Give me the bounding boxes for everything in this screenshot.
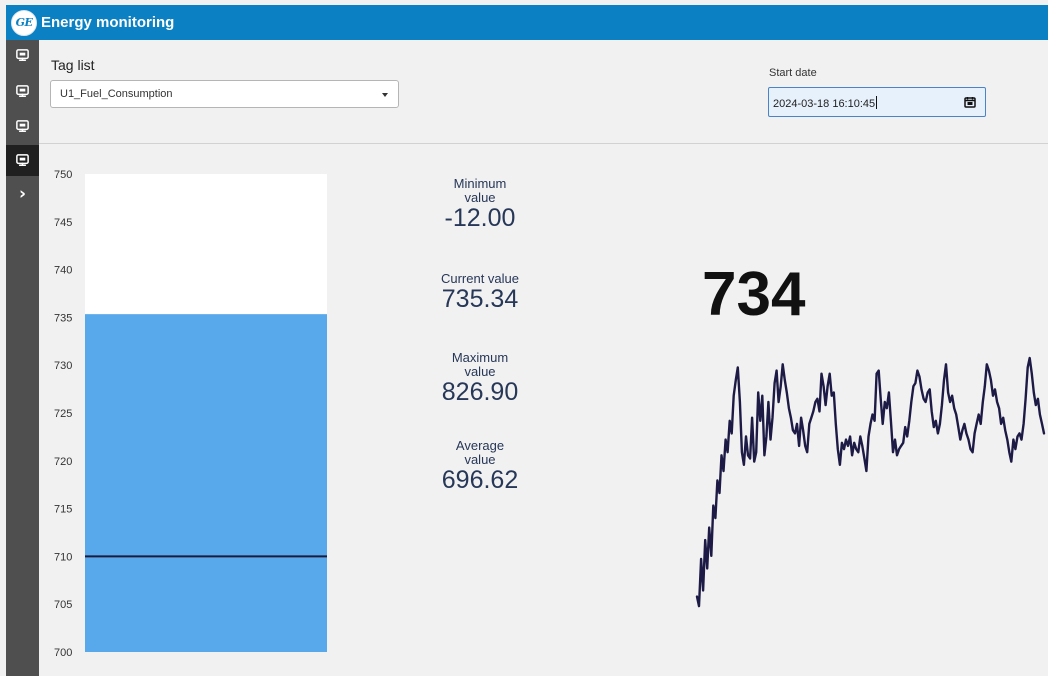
y-tick-label: 730 (54, 360, 72, 372)
monitor-icon (16, 120, 29, 132)
current-stat: Current value 735.34 (420, 272, 540, 312)
sidebar-item-monitor-3[interactable] (6, 111, 39, 142)
y-tick-label: 735 (54, 312, 72, 324)
y-tick-label: 715 (54, 504, 72, 516)
y-tick-label: 705 (54, 599, 72, 611)
average-label-line1: Average (455, 438, 505, 453)
monitor-icon (16, 49, 29, 61)
y-tick-label: 720 (54, 456, 72, 468)
maximum-stat: Maximum value 826.90 (420, 351, 540, 405)
chevron-right-icon: › (18, 184, 26, 204)
trend-line-chart (695, 356, 1046, 608)
y-tick-label: 725 (54, 408, 72, 420)
average-stat: Average value 696.62 (420, 439, 540, 493)
current-big-number: 734 (702, 260, 806, 329)
monitor-icon (16, 154, 29, 166)
calendar-icon[interactable] (964, 96, 976, 108)
bar-gauge-chart: 750 745 740 735 730 725 720 715 710 705 700 (54, 169, 327, 659)
tag-list-label: Tag list (51, 57, 95, 73)
maximum-label-line1: Maximum (451, 350, 509, 365)
current-label: Current value (440, 271, 520, 286)
sidebar-item-monitor-2[interactable] (6, 76, 39, 107)
y-tick-label: 740 (54, 265, 72, 277)
trend-series-line (695, 356, 1046, 608)
sidebar-item-monitor-1[interactable] (6, 40, 39, 71)
start-date-label: Start date (769, 67, 817, 79)
maximum-value: 826.90 (441, 378, 519, 406)
maximum-label-line2: value (464, 364, 496, 379)
y-tick-label: 710 (54, 551, 72, 563)
current-value: 735.34 (441, 285, 519, 313)
sidebar-item-energy-monitoring[interactable] (6, 145, 39, 176)
sidebar-expand-button[interactable]: › (6, 179, 39, 210)
current-value-bar (85, 314, 327, 652)
y-tick-label: 745 (54, 217, 72, 229)
dropdown-arrow-icon (382, 93, 388, 97)
start-date-value: 2024-03-18 16:10:45 (773, 96, 878, 110)
minimum-label-line1: Minimum (453, 176, 507, 191)
sidebar: › (6, 40, 39, 676)
app-title: Energy monitoring (41, 14, 175, 31)
tag-list-selected-value: U1_Fuel_Consumption (60, 88, 173, 100)
start-date-text: 2024-03-18 16:10:45 (773, 98, 876, 110)
ge-logo: GE (11, 10, 37, 36)
energy-monitoring-app: GE Energy monitoring › Tag list U1_Fuel_… (0, 0, 1048, 676)
tag-list-dropdown[interactable]: U1_Fuel_Consumption (50, 80, 399, 108)
start-date-input[interactable]: 2024-03-18 16:10:45 (768, 87, 986, 117)
monitor-icon (16, 85, 29, 97)
average-label-line2: value (464, 452, 496, 467)
minimum-label-line2: value (464, 190, 496, 205)
top-app-bar: GE Energy monitoring (6, 5, 1048, 40)
minimum-stat: Minimum value -12.00 (420, 177, 540, 231)
average-value: 696.62 (441, 466, 519, 494)
minimum-value: -12.00 (444, 204, 516, 232)
text-cursor (876, 96, 878, 109)
y-tick-label: 700 (54, 647, 72, 659)
y-tick-label: 750 (54, 169, 72, 181)
